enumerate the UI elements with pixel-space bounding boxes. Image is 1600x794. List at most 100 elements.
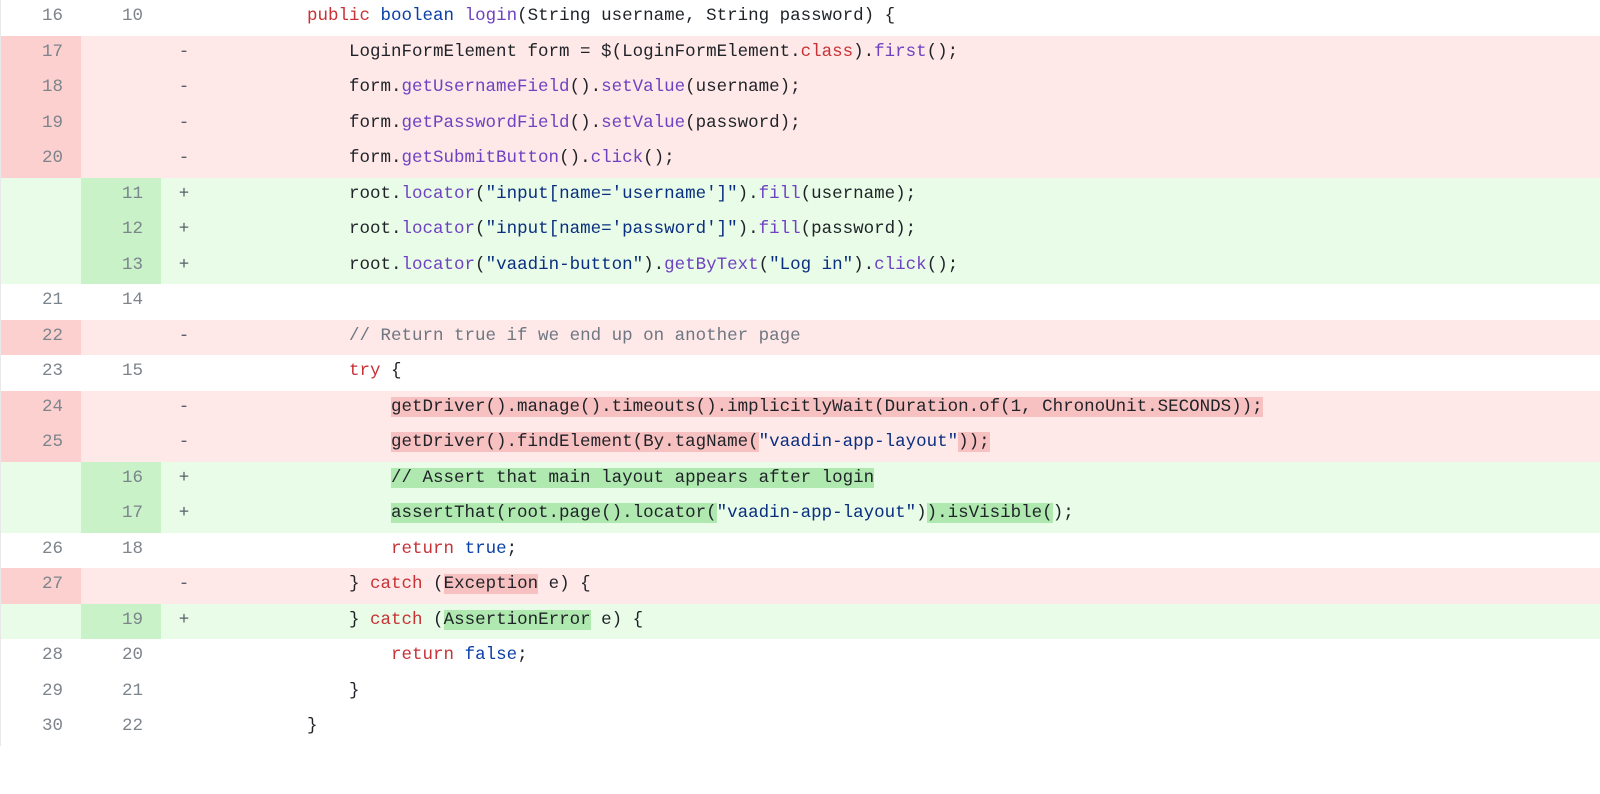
code-content: getDriver().findElement(By.tagName("vaad…: [207, 426, 1600, 462]
new-line-number: 20: [81, 639, 161, 675]
code-content: return true;: [207, 533, 1600, 569]
code-content: form.getPasswordField().setValue(passwor…: [207, 107, 1600, 143]
diff-marker: -: [161, 142, 207, 178]
diff-marker: +: [161, 462, 207, 498]
diff-marker: +: [161, 213, 207, 249]
diff-row[interactable]: 20- form.getSubmitButton().click();: [1, 142, 1600, 178]
diff-marker: [161, 639, 207, 675]
code-content: try {: [207, 355, 1600, 391]
diff-row[interactable]: 12+ root.locator("input[name='password']…: [1, 213, 1600, 249]
old-line-number: 23: [1, 355, 81, 391]
diff-marker: -: [161, 568, 207, 604]
diff-container: 1610 public boolean login(String usernam…: [0, 0, 1600, 746]
diff-row[interactable]: 2820 return false;: [1, 639, 1600, 675]
diff-marker: [161, 675, 207, 711]
old-line-number: 24: [1, 391, 81, 427]
diff-marker: +: [161, 249, 207, 285]
diff-marker: -: [161, 320, 207, 356]
code-content: LoginFormElement form = $(LoginFormEleme…: [207, 36, 1600, 72]
new-line-number: 15: [81, 355, 161, 391]
old-line-number: 25: [1, 426, 81, 462]
diff-row[interactable]: 17- LoginFormElement form = $(LoginFormE…: [1, 36, 1600, 72]
old-line-number: 28: [1, 639, 81, 675]
diff-row[interactable]: 2315 try {: [1, 355, 1600, 391]
old-line-number: [1, 213, 81, 249]
diff-marker: -: [161, 391, 207, 427]
diff-row[interactable]: 1610 public boolean login(String usernam…: [1, 0, 1600, 36]
code-content: // Assert that main layout appears after…: [207, 462, 1600, 498]
new-line-number: [81, 71, 161, 107]
new-line-number: 12: [81, 213, 161, 249]
diff-row[interactable]: 13+ root.locator("vaadin-button").getByT…: [1, 249, 1600, 285]
old-line-number: 26: [1, 533, 81, 569]
old-line-number: 17: [1, 36, 81, 72]
old-line-number: 16: [1, 0, 81, 36]
new-line-number: [81, 391, 161, 427]
old-line-number: 21: [1, 284, 81, 320]
code-content: root.locator("input[name='password']").f…: [207, 213, 1600, 249]
old-line-number: 22: [1, 320, 81, 356]
code-content: }: [207, 675, 1600, 711]
diff-marker: +: [161, 178, 207, 214]
code-content: return false;: [207, 639, 1600, 675]
diff-marker: [161, 710, 207, 746]
new-line-number: 10: [81, 0, 161, 36]
diff-row[interactable]: 11+ root.locator("input[name='username']…: [1, 178, 1600, 214]
old-line-number: [1, 249, 81, 285]
code-content: } catch (Exception e) {: [207, 568, 1600, 604]
new-line-number: 22: [81, 710, 161, 746]
diff-row[interactable]: 2114: [1, 284, 1600, 320]
diff-marker: +: [161, 497, 207, 533]
diff-row[interactable]: 3022 }: [1, 710, 1600, 746]
code-content: } catch (AssertionError e) {: [207, 604, 1600, 640]
old-line-number: 19: [1, 107, 81, 143]
code-content: }: [207, 710, 1600, 746]
new-line-number: 18: [81, 533, 161, 569]
diff-marker: -: [161, 107, 207, 143]
old-line-number: [1, 178, 81, 214]
new-line-number: 19: [81, 604, 161, 640]
code-content: // Return true if we end up on another p…: [207, 320, 1600, 356]
diff-row[interactable]: 19 - form.getPasswordField().setValue(pas…: [1, 107, 1600, 143]
new-line-number: [81, 320, 161, 356]
new-line-number: 16: [81, 462, 161, 498]
diff-row[interactable]: 22 - // Return true if we end up on anoth…: [1, 320, 1600, 356]
new-line-number: [81, 36, 161, 72]
code-content: assertThat(root.page().locator("vaadin-a…: [207, 497, 1600, 533]
old-line-number: 18: [1, 71, 81, 107]
code-content: getDriver().manage().timeouts().implicit…: [207, 391, 1600, 427]
diff-row[interactable]: 25 - getDriver().findElement(By.tagName("…: [1, 426, 1600, 462]
old-line-number: 27: [1, 568, 81, 604]
diff-row[interactable]: 2921 }: [1, 675, 1600, 711]
diff-row[interactable]: 16+ // Assert that main layout appears a…: [1, 462, 1600, 498]
old-line-number: 29: [1, 675, 81, 711]
diff-marker: -: [161, 426, 207, 462]
code-content: form.getUsernameField().setValue(usernam…: [207, 71, 1600, 107]
old-line-number: 30: [1, 710, 81, 746]
new-line-number: 17: [81, 497, 161, 533]
code-content: [207, 284, 1600, 320]
code-content: root.locator("input[name='username']").f…: [207, 178, 1600, 214]
diff-marker: -: [161, 71, 207, 107]
new-line-number: [81, 142, 161, 178]
diff-row[interactable]: 19+ } catch (AssertionError e) {: [1, 604, 1600, 640]
diff-row[interactable]: 24 - getDriver().manage().timeouts().impl…: [1, 391, 1600, 427]
diff-row[interactable]: 27 - } catch (Exception e) {: [1, 568, 1600, 604]
code-content: root.locator("vaadin-button").getByText(…: [207, 249, 1600, 285]
code-content: public boolean login(String username, St…: [207, 0, 1600, 36]
old-line-number: [1, 462, 81, 498]
new-line-number: 21: [81, 675, 161, 711]
diff-marker: [161, 0, 207, 36]
new-line-number: 11: [81, 178, 161, 214]
new-line-number: 14: [81, 284, 161, 320]
old-line-number: 20: [1, 142, 81, 178]
diff-row[interactable]: 17+ assertThat(root.page().locator("vaad…: [1, 497, 1600, 533]
diff-row[interactable]: 2618 return true;: [1, 533, 1600, 569]
new-line-number: [81, 107, 161, 143]
diff-marker: +: [161, 604, 207, 640]
diff-marker: [161, 533, 207, 569]
diff-row[interactable]: 18 - form.getUsernameField().setValue(use…: [1, 71, 1600, 107]
new-line-number: [81, 426, 161, 462]
old-line-number: [1, 604, 81, 640]
new-line-number: [81, 568, 161, 604]
